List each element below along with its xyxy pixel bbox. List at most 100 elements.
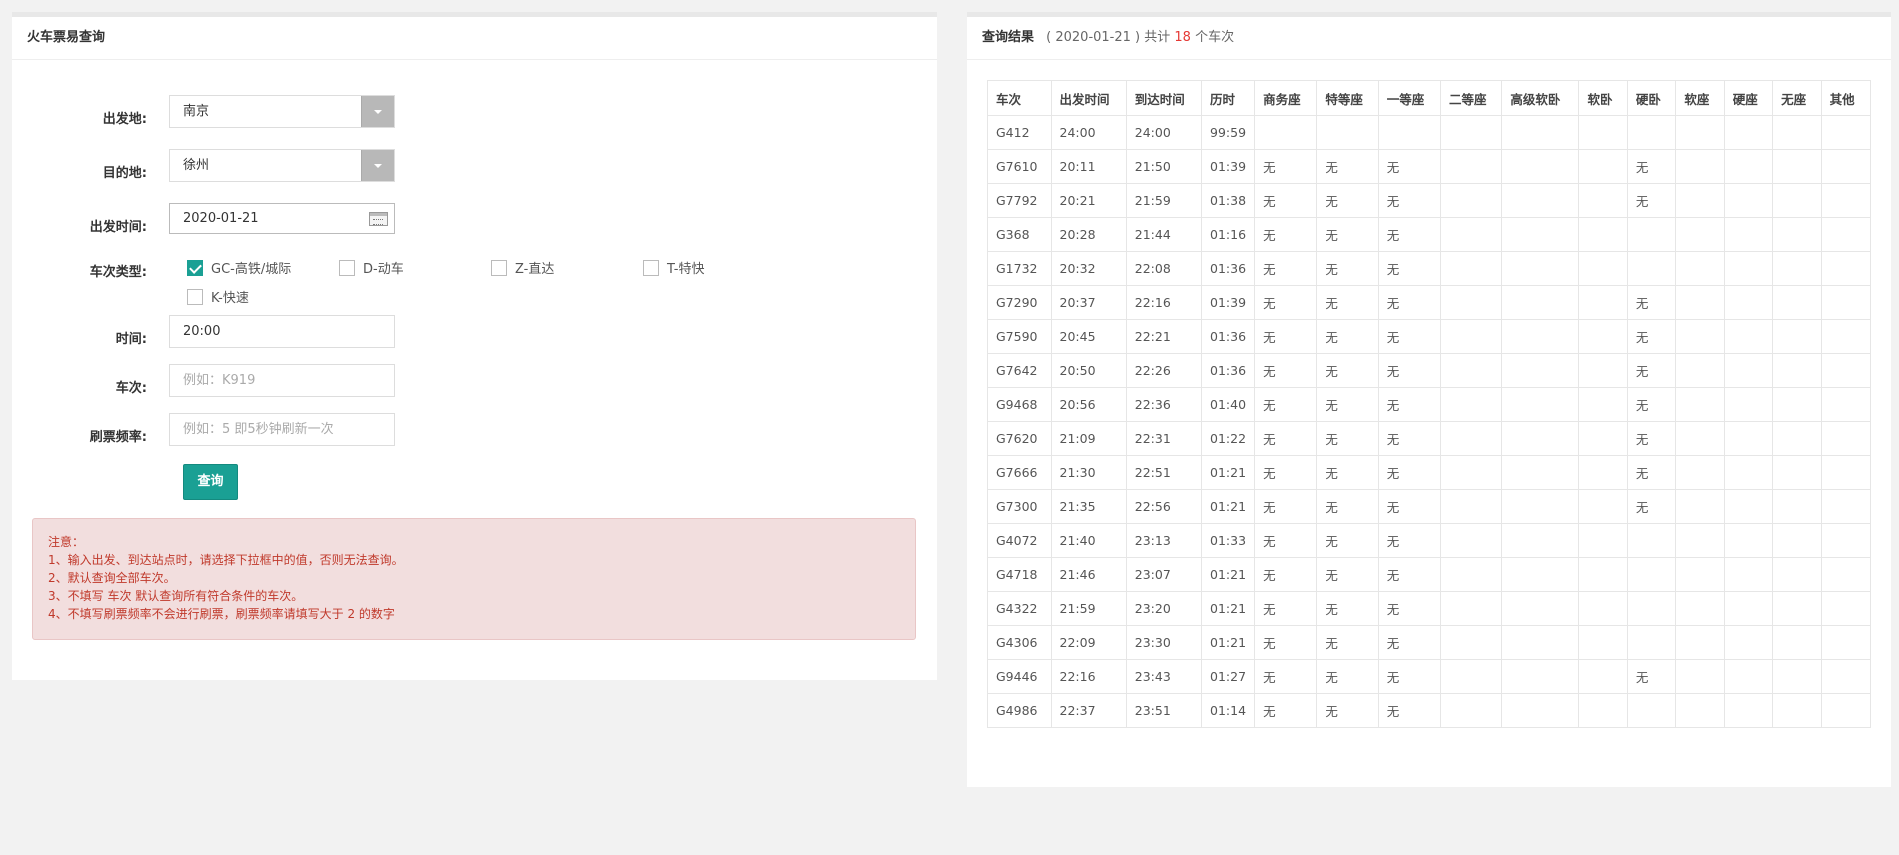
table-cell	[1675, 591, 1725, 626]
train-number-input[interactable]	[169, 364, 395, 397]
table-cell	[1578, 285, 1628, 320]
table-cell	[1675, 319, 1725, 354]
table-cell: 01:39	[1201, 149, 1256, 184]
table-cell	[1501, 659, 1580, 694]
table-row: G7642 20:50 22:26 01:36 无无无无	[987, 353, 1872, 388]
table-cell	[1578, 693, 1628, 728]
table-cell: G9468	[987, 387, 1052, 422]
table-cell	[1675, 489, 1725, 524]
table-cell	[1820, 183, 1872, 218]
table-cell	[1440, 285, 1503, 320]
table-cell	[1820, 285, 1872, 320]
table-row: G9468 20:56 22:36 01:40 无无无无	[987, 387, 1872, 422]
to-dropdown-toggle-icon[interactable]	[361, 150, 394, 181]
calendar-icon[interactable]	[369, 212, 388, 226]
table-row: G4072 21:40 23:13 01:33 无无无	[987, 523, 1872, 558]
type-checkbox-gc[interactable]: GC-高铁/城际	[187, 258, 291, 277]
table-cell	[1501, 387, 1580, 422]
table-cell	[1578, 489, 1628, 524]
table-cell: G368	[987, 217, 1052, 252]
table-cell	[1723, 149, 1774, 184]
table-cell: 无	[1626, 353, 1677, 388]
table-cell: 无	[1377, 489, 1442, 524]
table-cell	[1578, 353, 1628, 388]
table-cell: 无	[1254, 183, 1318, 218]
checkbox-icon[interactable]	[643, 259, 659, 276]
table-cell	[1723, 557, 1774, 592]
table-cell	[1626, 217, 1677, 252]
table-cell	[1501, 353, 1580, 388]
table-cell: 01:40	[1201, 387, 1256, 422]
table-cell	[1723, 217, 1774, 252]
table-cell: 无	[1377, 353, 1442, 388]
table-cell: G7610	[987, 149, 1052, 184]
table-row: G7620 21:09 22:31 01:22 无无无无	[987, 421, 1872, 456]
table-cell	[1440, 183, 1503, 218]
type-checkbox-d[interactable]: D-动车	[339, 258, 404, 277]
table-cell	[1772, 455, 1822, 490]
table-cell: 无	[1377, 149, 1442, 184]
results-panel-header: 查询结果 ( 2020-01-21 ) 共计 18 个车次	[967, 17, 1891, 60]
table-cell	[1501, 455, 1580, 490]
results-date: ( 2020-01-21 ) 共计	[1046, 30, 1171, 45]
table-cell: 21:59	[1050, 591, 1127, 626]
table-cell	[1820, 115, 1872, 150]
table-cell: G7300	[987, 489, 1052, 524]
checkbox-icon[interactable]	[187, 288, 203, 305]
table-cell: G4718	[987, 557, 1052, 592]
table-cell: 无	[1626, 489, 1677, 524]
table-cell: 22:16	[1050, 659, 1127, 694]
type-checkbox-z[interactable]: Z-直达	[491, 258, 554, 277]
table-cell: 无	[1377, 591, 1442, 626]
checkbox-checked-icon[interactable]	[187, 259, 203, 276]
table-cell	[1772, 251, 1822, 286]
table-cell: 20:28	[1050, 217, 1127, 252]
table-cell	[1377, 115, 1442, 150]
type-checkbox-t[interactable]: T-特快	[643, 258, 704, 277]
table-cell: 无	[1254, 557, 1318, 592]
table-cell	[1626, 523, 1677, 558]
table-cell: 无	[1377, 387, 1442, 422]
table-cell	[1440, 591, 1503, 626]
query-button[interactable]: 查询	[183, 464, 238, 500]
table-cell	[1675, 455, 1725, 490]
table-cell	[1723, 183, 1774, 218]
column-header: 无座	[1772, 80, 1822, 116]
table-cell	[1820, 625, 1872, 660]
table-cell: 无	[1377, 557, 1442, 592]
table-cell: 无	[1316, 353, 1379, 388]
table-cell: 22:56	[1125, 489, 1203, 524]
table-cell: 无	[1254, 489, 1318, 524]
table-cell	[1501, 693, 1580, 728]
refresh-frequency-input[interactable]	[169, 413, 395, 446]
time-input[interactable]: 20:00	[169, 315, 395, 348]
table-cell	[1820, 353, 1872, 388]
checkbox-icon[interactable]	[491, 259, 507, 276]
table-cell: 99:59	[1201, 115, 1256, 150]
table-cell: 无	[1254, 319, 1318, 354]
table-cell	[1626, 693, 1677, 728]
table-cell	[1820, 251, 1872, 286]
type-checkbox-k[interactable]: K-快速	[187, 287, 249, 306]
date-input[interactable]: 2020-01-21	[169, 203, 395, 234]
to-select[interactable]: 徐州	[169, 149, 395, 182]
table-cell	[1578, 183, 1628, 218]
table-cell: 无	[1626, 319, 1677, 354]
table-cell	[1675, 387, 1725, 422]
from-dropdown-toggle-icon[interactable]	[361, 96, 394, 127]
table-cell: 01:22	[1201, 421, 1256, 456]
table-cell	[1501, 557, 1580, 592]
table-cell: 22:37	[1050, 693, 1127, 728]
table-cell	[1675, 625, 1725, 660]
checkbox-icon[interactable]	[339, 259, 355, 276]
table-cell	[1820, 319, 1872, 354]
table-cell: G7290	[987, 285, 1052, 320]
table-cell	[1578, 217, 1628, 252]
table-cell: G4986	[987, 693, 1052, 728]
table-cell: 22:16	[1125, 285, 1203, 320]
table-cell	[1723, 523, 1774, 558]
table-cell	[1578, 149, 1628, 184]
table-cell	[1675, 251, 1725, 286]
table-cell	[1440, 251, 1503, 286]
from-select[interactable]: 南京	[169, 95, 395, 128]
